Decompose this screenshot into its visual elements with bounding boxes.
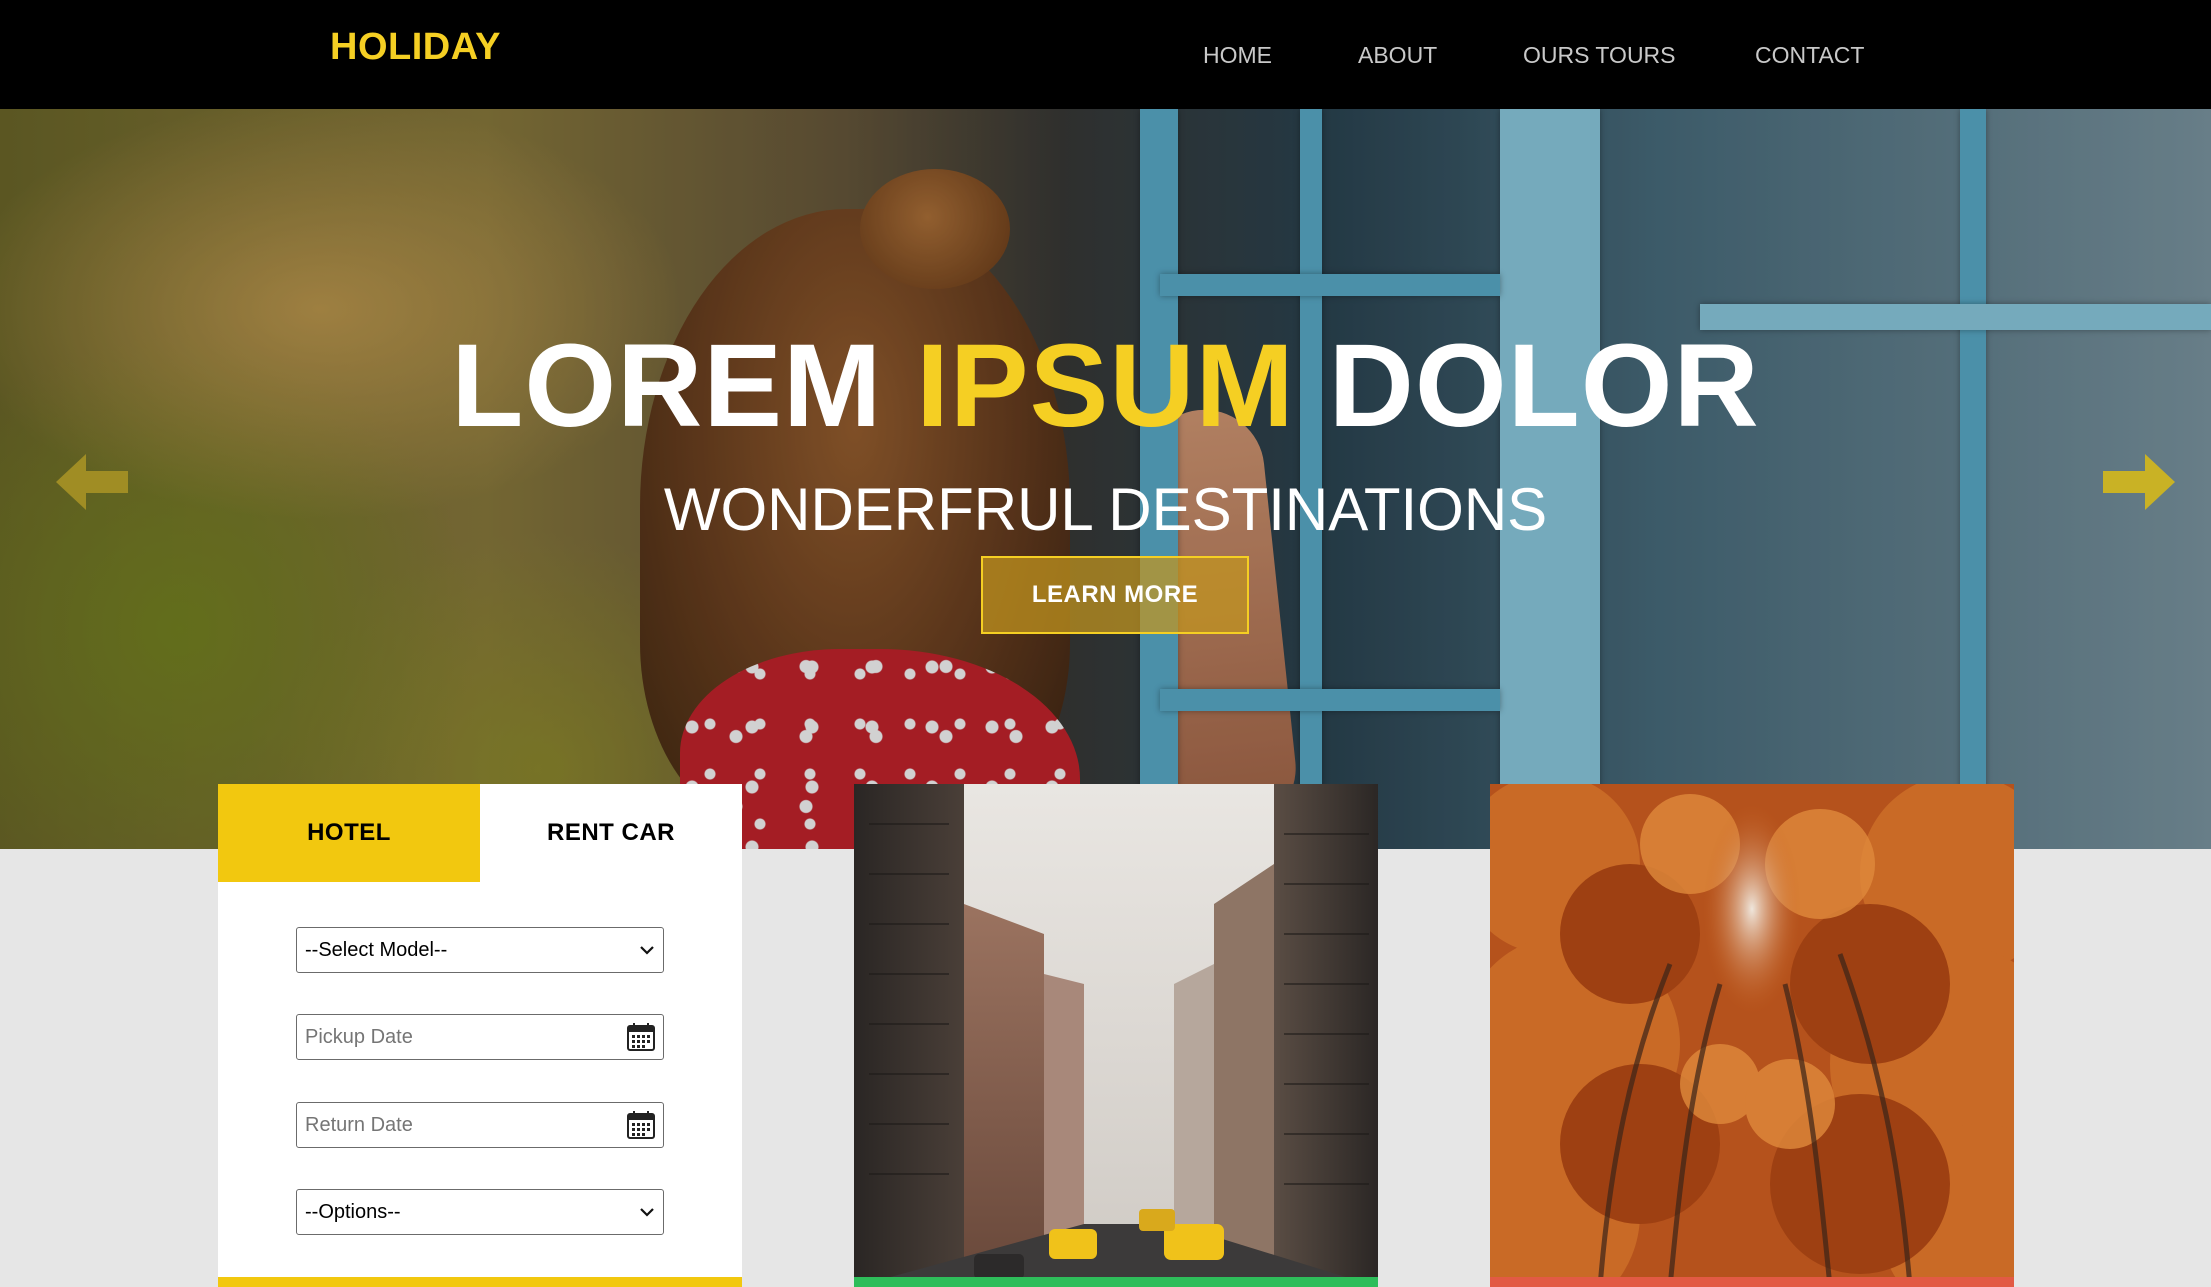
hero-title-part2: DOLOR xyxy=(1328,320,1760,452)
pickup-date-placeholder: Pickup Date xyxy=(305,1025,413,1048)
hero-title-part1: LOREM xyxy=(451,320,883,452)
booking-panel: HOTEL RENT CAR --Select Model-- Pickup D… xyxy=(218,784,742,1287)
calendar-icon[interactable] xyxy=(625,1021,657,1053)
city-card-accent-bar xyxy=(854,1277,1378,1287)
hero-title-accent: IPSUM xyxy=(916,320,1295,452)
nav-link-about[interactable]: ABOUT xyxy=(1358,42,1437,69)
learn-more-button[interactable]: LEARN MORE xyxy=(981,556,1249,634)
hero-title: LOREM IPSUM DOLOR xyxy=(0,327,2211,445)
nav-link-tours[interactable]: OURS TOURS xyxy=(1523,42,1676,69)
nav-link-home[interactable]: HOME xyxy=(1203,42,1272,69)
model-select[interactable]: --Select Model-- xyxy=(296,927,664,973)
chevron-down-icon xyxy=(640,1208,654,1217)
arrow-right-icon[interactable] xyxy=(2103,454,2175,510)
nav-link-contact[interactable]: CONTACT xyxy=(1755,42,1864,69)
autumn-photo-card[interactable] xyxy=(1490,784,2014,1287)
autumn-trees-image xyxy=(1490,784,2014,1287)
hero-slider: LOREM IPSUM DOLOR WONDERFRUL DESTINATION… xyxy=(0,109,2211,849)
return-date-placeholder: Return Date xyxy=(305,1113,413,1136)
calendar-icon[interactable] xyxy=(625,1109,657,1141)
hero-subtitle: WONDERFRUL DESTINATIONS xyxy=(663,476,1548,543)
brand-logo[interactable]: HOLIDAY xyxy=(330,26,501,69)
autumn-card-accent-bar xyxy=(1490,1277,2014,1287)
chevron-down-icon xyxy=(640,946,654,955)
options-select[interactable]: --Options-- xyxy=(296,1189,664,1235)
model-select-value: --Select Model-- xyxy=(305,938,448,961)
city-photo-card[interactable] xyxy=(854,784,1378,1287)
tab-hotel[interactable]: HOTEL xyxy=(218,784,480,882)
return-date-field[interactable]: Return Date xyxy=(296,1102,664,1148)
city-street-image xyxy=(854,784,1378,1287)
options-select-value: --Options-- xyxy=(305,1200,401,1223)
pickup-date-field[interactable]: Pickup Date xyxy=(296,1014,664,1060)
tab-rent-car[interactable]: RENT CAR xyxy=(480,784,742,882)
arrow-left-icon[interactable] xyxy=(56,454,128,510)
navbar: HOLIDAY HOME ABOUT OURS TOURS CONTACT xyxy=(0,0,2211,109)
booking-accent-bar xyxy=(218,1277,742,1287)
